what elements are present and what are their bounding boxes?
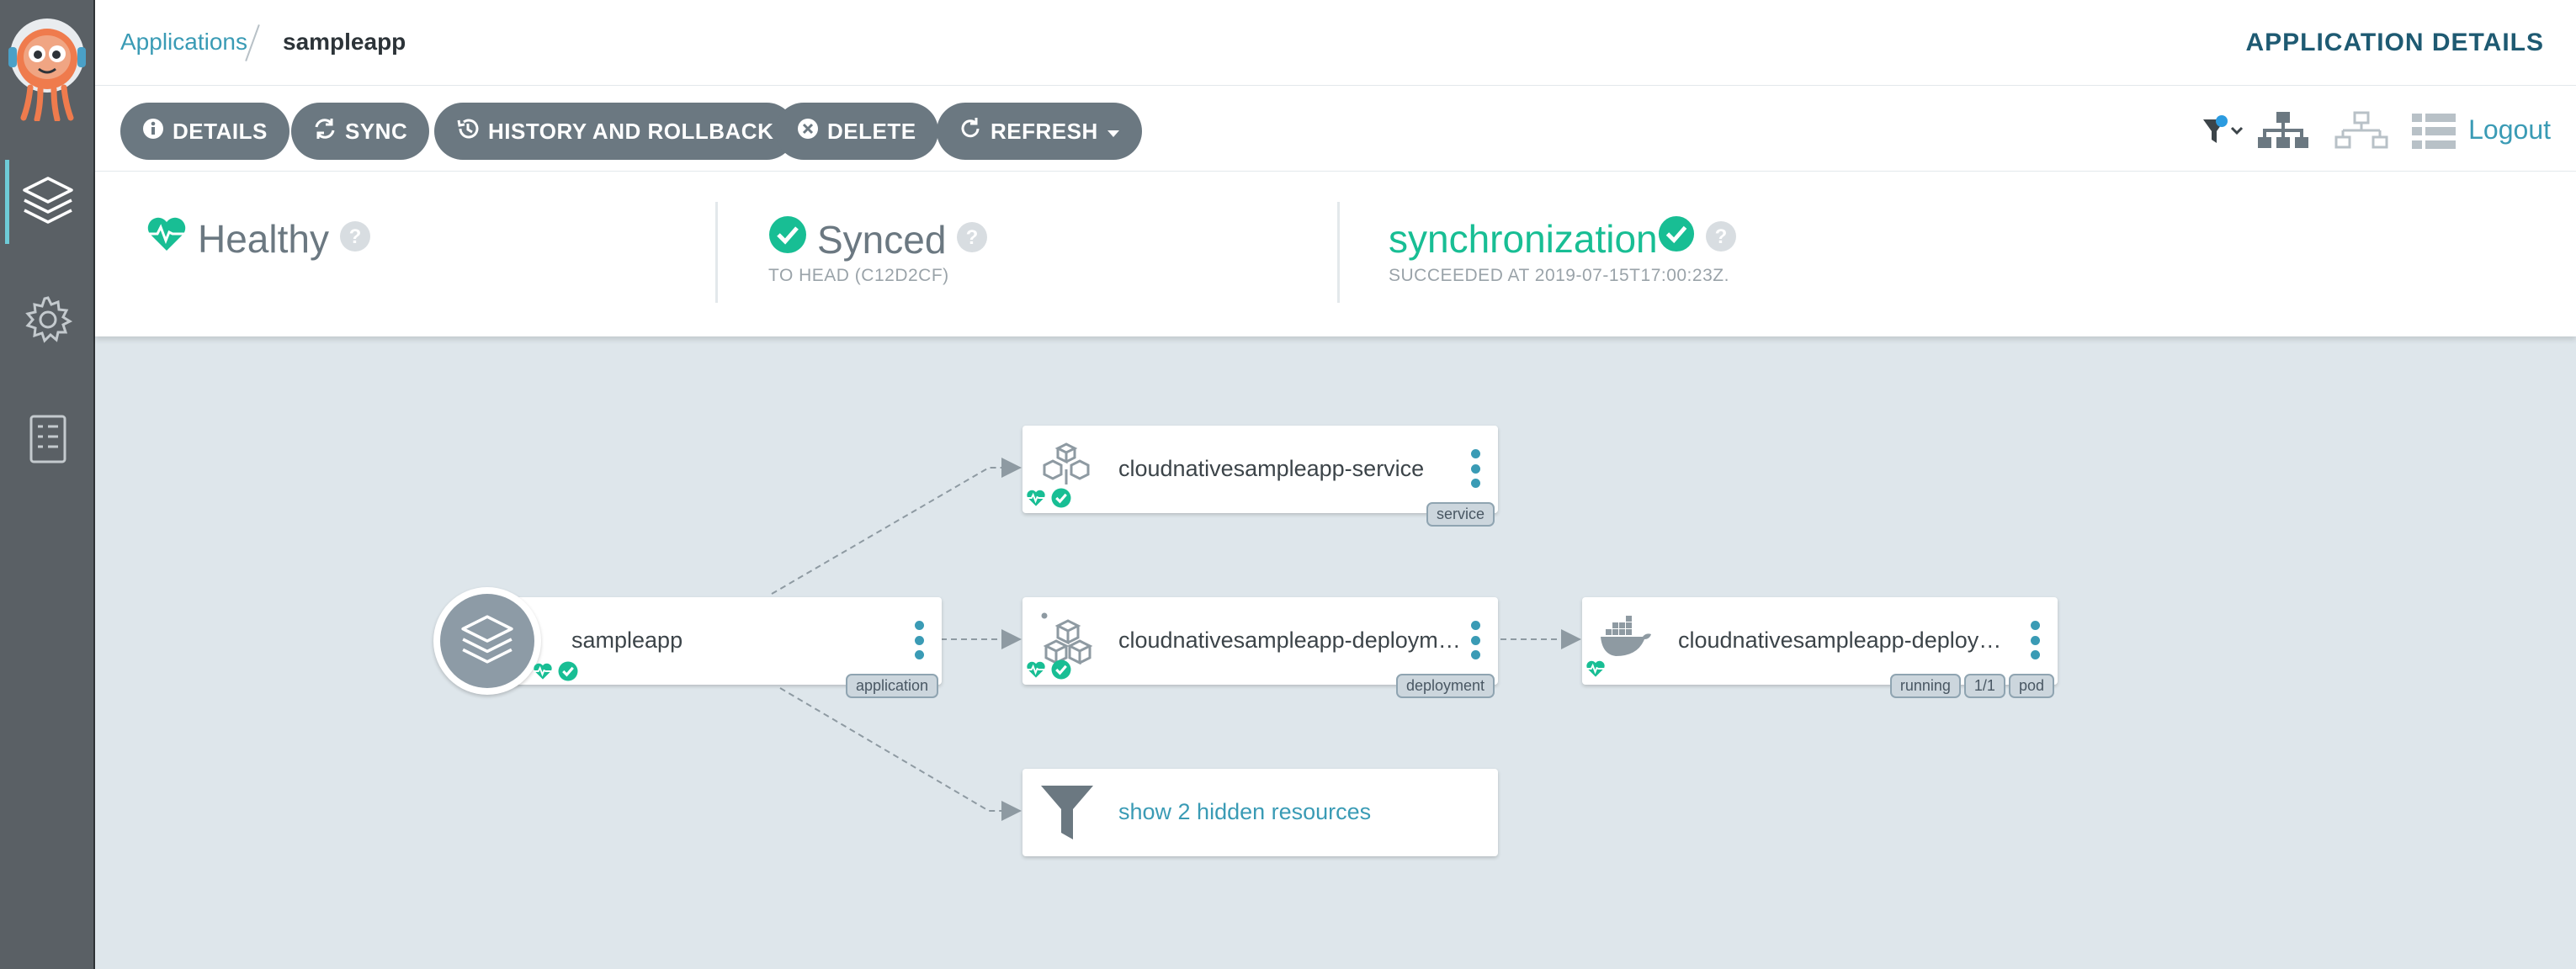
ready-count-tag: 1/1 [1963, 674, 2005, 698]
status-divider [715, 202, 718, 303]
health-help-icon[interactable]: ? [339, 216, 371, 262]
history-icon [456, 117, 480, 146]
sidebar-item-docs[interactable] [0, 399, 95, 483]
pod-node[interactable]: cloudnativesampleapp-deploymen... runnin… [1582, 597, 2058, 698]
check-circle-icon [558, 661, 578, 686]
check-circle-icon [1051, 659, 1071, 684]
history-rollback-button-label: HISTORY AND ROLLBACK [488, 118, 774, 144]
app-node-menu[interactable] [913, 621, 925, 659]
svg-text:?: ? [1714, 225, 1727, 248]
health-status-label: Healthy [198, 216, 329, 261]
kind-tag: deployment [1395, 674, 1495, 698]
refresh-button[interactable]: REFRESH [937, 103, 1142, 160]
service-node-label: cloudnativesampleapp-service [1118, 456, 1425, 481]
sync-revision: TO HEAD (C12D2CF) [768, 266, 949, 285]
sync-status-label: Synced [817, 217, 947, 262]
logout-link[interactable]: Logout [2468, 114, 2551, 146]
argo-logo[interactable] [5, 17, 89, 123]
heartbeat-icon [1026, 489, 1046, 511]
pod-node-label: cloudnativesampleapp-deploymen... [1678, 627, 2011, 653]
network-view-icon[interactable] [2334, 108, 2388, 155]
layers-icon [459, 612, 515, 671]
deployment-node[interactable]: cloudnativesampleapp-deployment deployme… [1022, 597, 1498, 698]
history-rollback-button[interactable]: HISTORY AND ROLLBACK [434, 103, 796, 160]
sidebar-item-settings[interactable] [0, 279, 95, 363]
delete-button[interactable]: DELETE [775, 103, 938, 160]
breadcrumb-current: sampleapp [283, 29, 406, 55]
status-divider [1337, 202, 1340, 303]
filter-icon[interactable] [2202, 108, 2245, 155]
sync-icon [313, 117, 337, 146]
gear-icon [23, 294, 73, 349]
pod-node-menu[interactable] [2029, 621, 2041, 659]
check-circle-icon [1658, 215, 1695, 262]
heartbeat-icon [146, 215, 188, 262]
pod-node-tags: running 1/1 pod [1889, 674, 2054, 698]
heartbeat-icon [533, 662, 553, 685]
service-node[interactable]: cloudnativesampleapp-service service [1022, 426, 1498, 527]
check-circle-icon [768, 215, 807, 263]
delete-button-label: DELETE [827, 118, 916, 144]
deployment-node-label: cloudnativesampleapp-deployment [1118, 627, 1463, 653]
service-node-menu[interactable] [1469, 449, 1481, 488]
operation-status: synchronization ? [1389, 215, 1737, 262]
sidebar [0, 0, 95, 969]
app-node-status [533, 661, 578, 686]
service-node-tags: service [1426, 502, 1495, 527]
details-button-label: DETAILS [173, 118, 268, 144]
breadcrumb-applications[interactable]: Applications [120, 29, 247, 56]
svg-text:?: ? [966, 226, 979, 249]
health-status: Healthy ? [146, 215, 371, 262]
app-node-icon [433, 587, 541, 695]
sync-help-icon[interactable]: ? [956, 217, 988, 262]
deployment-node-status [1026, 659, 1071, 684]
service-node-status [1026, 488, 1071, 512]
check-circle-icon [1051, 488, 1071, 512]
sync-button[interactable]: SYNC [291, 103, 430, 160]
list-view-icon[interactable] [2410, 108, 2457, 155]
heartbeat-icon [1026, 660, 1046, 683]
toolbar: DETAILS SYNC HISTORY AND ROLLBACK DELETE… [95, 86, 2576, 172]
app-node-label: sampleapp [571, 627, 683, 653]
kind-tag: pod [2008, 674, 2054, 698]
show-hidden-resources-link[interactable]: show 2 hidden resources [1118, 799, 1371, 825]
chevron-down-icon [1107, 119, 1120, 145]
sync-status: Synced ? [768, 215, 988, 263]
docs-icon [28, 413, 68, 469]
status-tag: running [1889, 674, 1961, 698]
status-panel: Healthy ? Synced ? TO HEAD (C12D2CF) syn… [95, 172, 2576, 336]
details-button[interactable]: DETAILS [120, 103, 289, 160]
operation-timestamp: SUCCEEDED AT 2019-07-15T17:00:23Z. [1389, 266, 1729, 285]
tree-view-icon[interactable] [2256, 108, 2310, 155]
deployment-node-menu[interactable] [1469, 621, 1481, 659]
operation-status-label[interactable]: synchronization [1389, 216, 1658, 262]
sidebar-item-applications[interactable] [0, 160, 95, 244]
layers-icon [21, 173, 75, 231]
svg-text:?: ? [349, 225, 362, 248]
kind-tag: application [845, 674, 938, 698]
sync-button-label: SYNC [345, 118, 408, 144]
resource-graph: sampleapp application cloudnativesamplea… [95, 336, 2576, 969]
docker-icon [1599, 616, 1654, 662]
pod-node-status [1585, 659, 1606, 682]
top-bar: Applications sampleapp APPLICATION DETAI… [95, 0, 2576, 86]
funnel-icon [1039, 782, 1095, 847]
kind-tag: service [1426, 502, 1495, 527]
info-icon [142, 118, 164, 146]
app-node-tags: application [845, 674, 938, 698]
close-circle-icon [797, 118, 819, 146]
deployment-node-tags: deployment [1395, 674, 1495, 698]
service-icon [1041, 441, 1091, 492]
operation-help-icon[interactable]: ? [1705, 216, 1737, 262]
page-title: APPLICATION DETAILS [2245, 29, 2544, 56]
hidden-resources-node[interactable]: show 2 hidden resources [1022, 769, 1498, 856]
refresh-button-label: REFRESH [991, 118, 1098, 144]
heartbeat-icon [1585, 659, 1606, 682]
refresh-icon [959, 117, 982, 146]
